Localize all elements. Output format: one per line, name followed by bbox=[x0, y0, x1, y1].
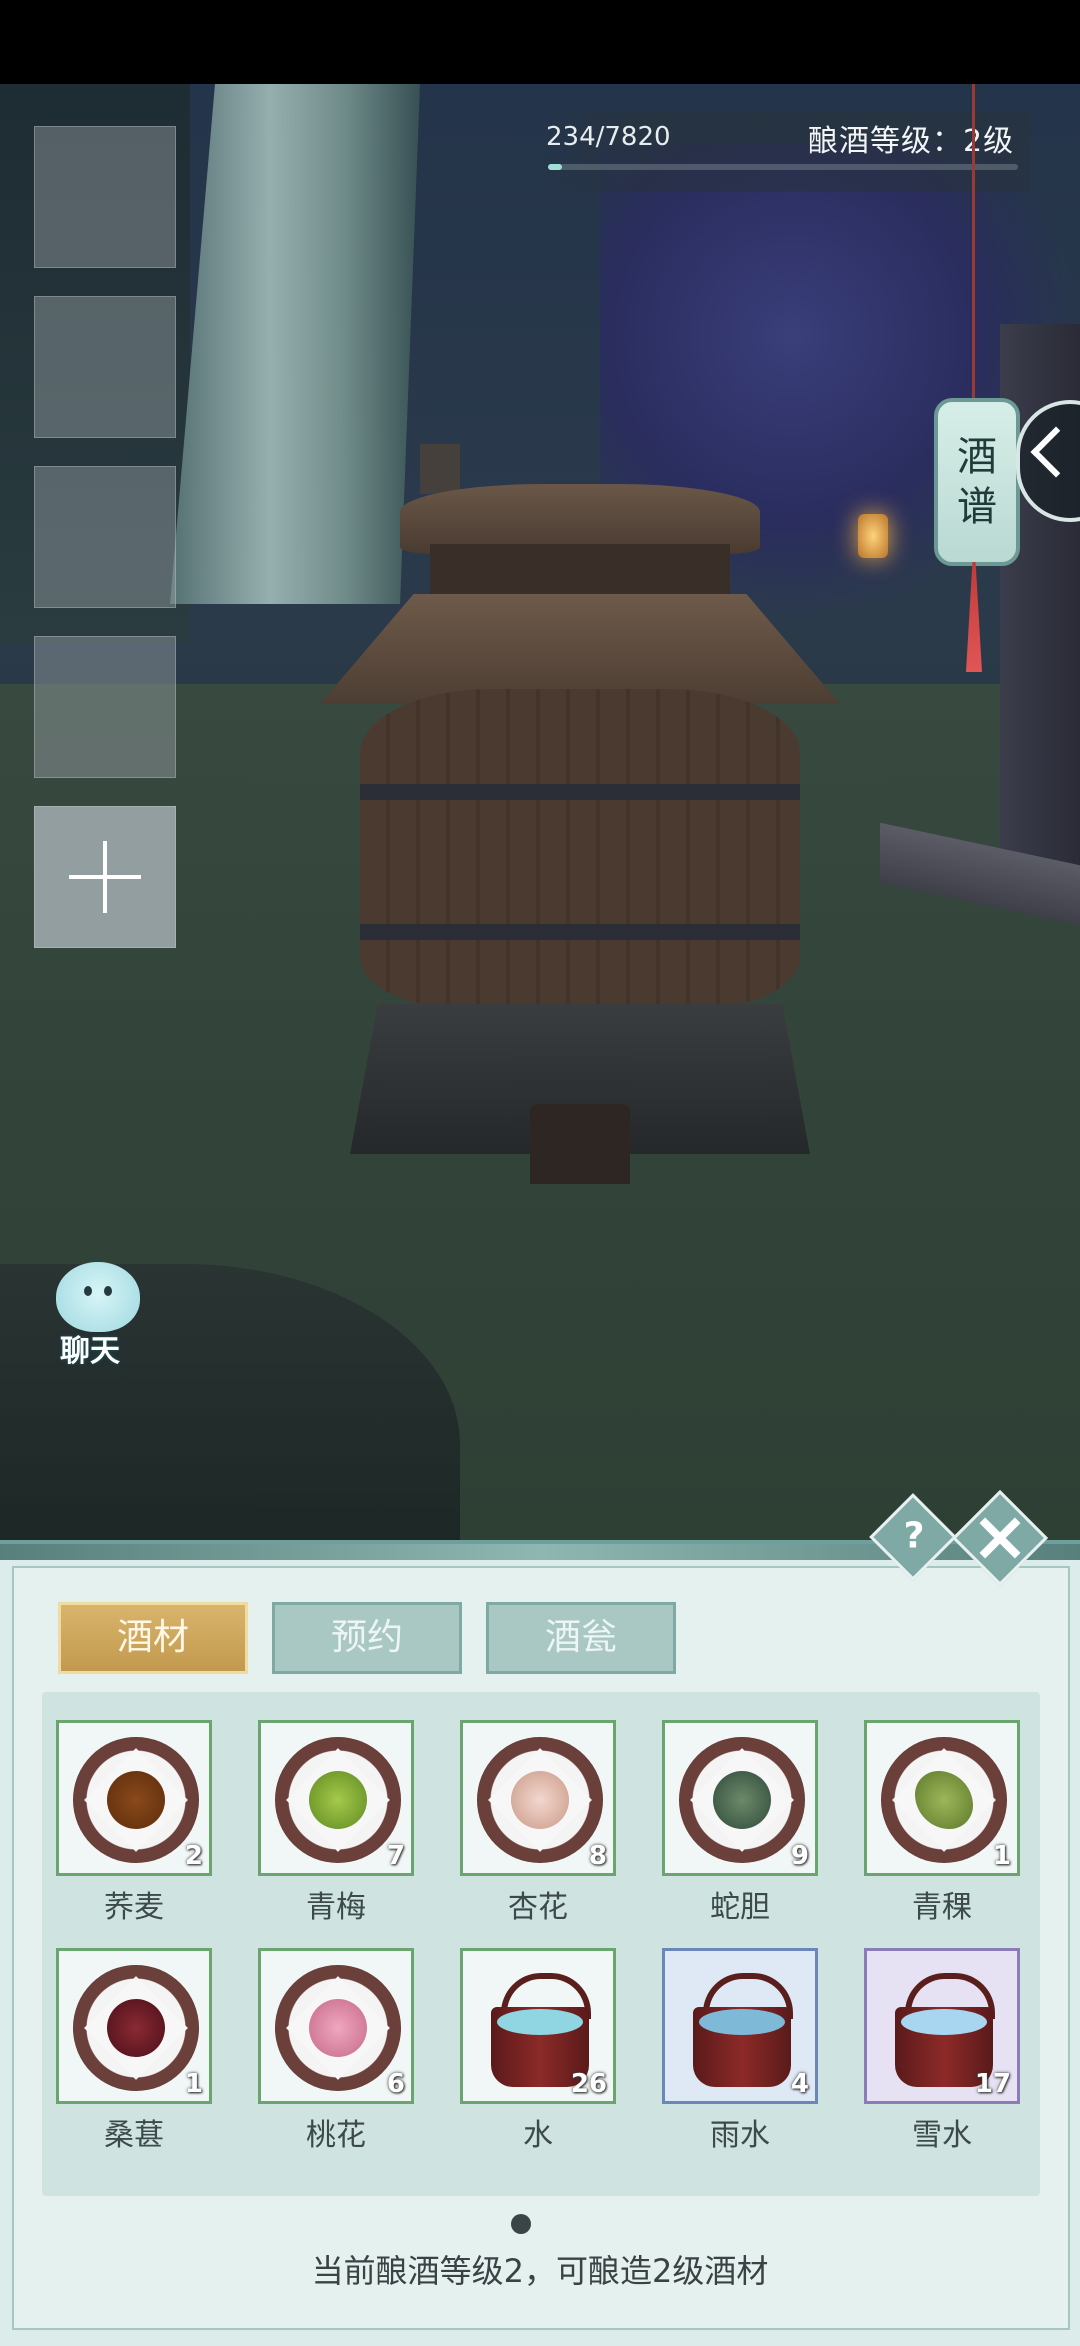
ingredient-peach-blossom[interactable]: 6 bbox=[258, 1948, 414, 2104]
item-label: 桑葚 bbox=[104, 2118, 164, 2153]
item-label: 水 bbox=[523, 2118, 553, 2153]
tab-wine-jars[interactable]: 酒瓮 bbox=[486, 1602, 676, 1674]
item-label: 雪水 bbox=[912, 2118, 972, 2153]
barrel-body bbox=[360, 689, 800, 1009]
item-count: 17 bbox=[974, 2069, 1011, 2099]
item-count: 2 bbox=[184, 1841, 203, 1871]
bucket-water bbox=[699, 2009, 785, 2035]
snake-gall-icon bbox=[713, 1771, 771, 1829]
ingredient-highland-barley[interactable]: 1 bbox=[864, 1720, 1020, 1876]
item-label: 青稞 bbox=[912, 1890, 972, 1925]
brew-slot-3[interactable] bbox=[34, 466, 176, 608]
lantern bbox=[858, 514, 888, 558]
chat-label: 聊天 bbox=[60, 1334, 120, 1369]
recipe-tag-char-1: 酒 bbox=[957, 434, 997, 480]
question-icon: ? bbox=[903, 1515, 925, 1557]
chevron-left-icon bbox=[1030, 426, 1080, 478]
ingredient-rain-water[interactable]: 4 bbox=[662, 1948, 818, 2104]
exp-text: 234/7820 bbox=[546, 122, 671, 152]
brew-slot-4[interactable] bbox=[34, 636, 176, 778]
item-label: 荞麦 bbox=[104, 1890, 164, 1925]
exp-progress-fill bbox=[548, 164, 562, 170]
ingredient-apricot-blossom[interactable]: 8 bbox=[460, 1720, 616, 1876]
item-count: 8 bbox=[588, 1841, 607, 1871]
brew-slot-2[interactable] bbox=[34, 296, 176, 438]
item-label: 雨水 bbox=[710, 2118, 770, 2153]
barrel-chimney bbox=[420, 444, 460, 494]
barrel-band bbox=[360, 784, 800, 800]
plus-icon bbox=[69, 841, 141, 913]
item-label: 蛇胆 bbox=[710, 1890, 770, 1925]
page-indicator bbox=[511, 2214, 531, 2234]
item-count: 26 bbox=[570, 2069, 607, 2099]
brewing-level-hint: 当前酿酒等级2，可酿造2级酒材 bbox=[311, 2252, 769, 2290]
bucket-water bbox=[497, 2009, 583, 2035]
item-count: 4 bbox=[790, 2069, 809, 2099]
brewing-barrel[interactable] bbox=[320, 444, 840, 1204]
ingredient-snow-water[interactable]: 17 bbox=[864, 1948, 1020, 2104]
ingredient-mulberry[interactable]: 1 bbox=[56, 1948, 212, 2104]
item-count: 9 bbox=[790, 1841, 809, 1871]
status-bar bbox=[0, 0, 1080, 84]
recipe-book-button[interactable]: 酒 谱 bbox=[934, 398, 1020, 566]
apricot-blossom-icon bbox=[511, 1771, 569, 1829]
ingredient-green-plum[interactable]: 7 bbox=[258, 1720, 414, 1876]
barrel-roof bbox=[320, 594, 840, 704]
barrel-band bbox=[360, 924, 800, 940]
tab-ingredients[interactable]: 酒材 bbox=[58, 1602, 248, 1674]
tab-reservation[interactable]: 预约 bbox=[272, 1602, 462, 1674]
item-label: 桃花 bbox=[306, 2118, 366, 2153]
rain-bucket-icon bbox=[689, 1973, 795, 2089]
recipe-tag-char-2: 谱 bbox=[957, 484, 997, 530]
ingredient-water[interactable]: 26 bbox=[460, 1948, 616, 2104]
brewing-level: 酿酒等级：2级 bbox=[808, 124, 1015, 159]
item-count: 1 bbox=[992, 1841, 1011, 1871]
item-label: 杏花 bbox=[508, 1890, 568, 1925]
item-count: 6 bbox=[386, 2069, 405, 2099]
exp-progress-track bbox=[548, 164, 1018, 170]
add-slot-button[interactable] bbox=[34, 806, 176, 948]
chat-mascot-icon bbox=[56, 1262, 140, 1332]
mulberry-icon bbox=[107, 1999, 165, 2057]
chat-button[interactable]: 聊天 bbox=[40, 1262, 150, 1369]
buckwheat-icon bbox=[107, 1771, 165, 1829]
ingredient-snake-gall[interactable]: 9 bbox=[662, 1720, 818, 1876]
tag-rope bbox=[972, 84, 975, 404]
item-count: 7 bbox=[386, 1841, 405, 1871]
item-count: 1 bbox=[184, 2069, 203, 2099]
barrel-spout bbox=[530, 1104, 630, 1184]
bucket-water bbox=[901, 2009, 987, 2035]
green-plum-icon bbox=[309, 1771, 367, 1829]
item-label: 青梅 bbox=[306, 1890, 366, 1925]
brew-slot-1[interactable] bbox=[34, 126, 176, 268]
ingredient-buckwheat[interactable]: 2 bbox=[56, 1720, 212, 1876]
peach-blossom-icon bbox=[309, 1999, 367, 2057]
